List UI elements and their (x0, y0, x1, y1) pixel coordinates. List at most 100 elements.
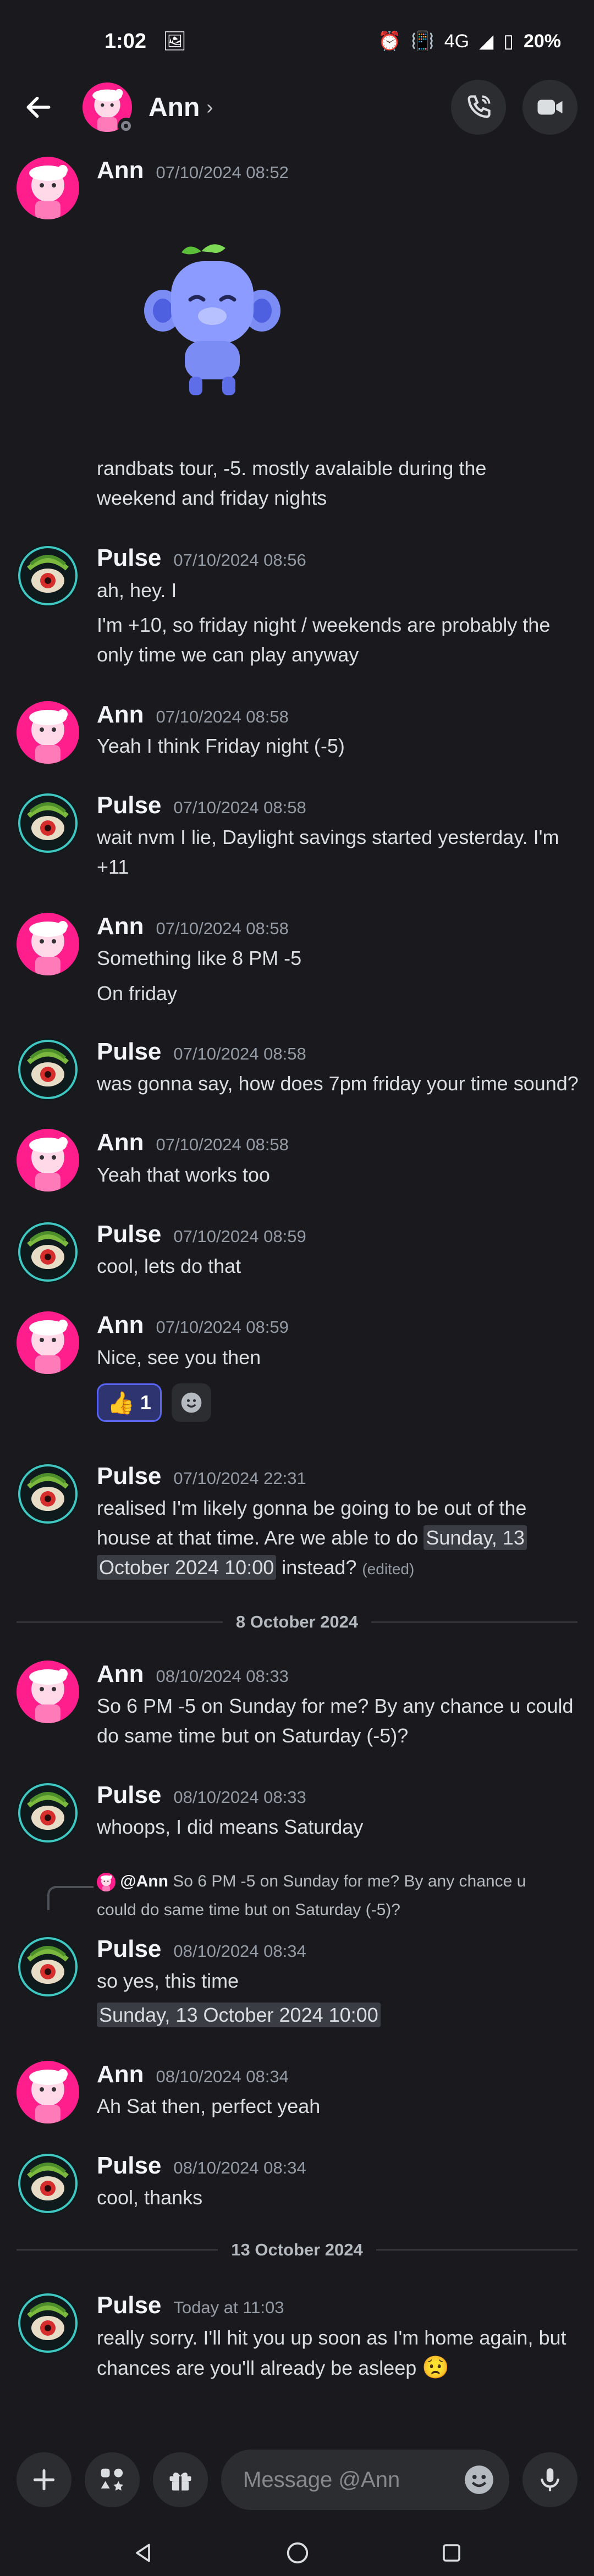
author-name[interactable]: Pulse (97, 1038, 161, 1066)
status-time: 1:02 (105, 29, 147, 53)
author-name[interactable]: Ann (97, 701, 144, 729)
timestamp: 08/10/2024 08:34 (173, 1941, 306, 1961)
avatar[interactable] (16, 701, 79, 764)
author-name[interactable]: Ann (97, 157, 144, 184)
avatar[interactable] (16, 2152, 79, 2215)
message-text: do same time but on Saturday (-5)? (97, 1724, 409, 1747)
author-name[interactable]: Pulse (97, 2292, 161, 2319)
timestamp: 08/10/2024 08:34 (173, 2158, 306, 2177)
avatar[interactable] (16, 1935, 79, 1998)
message-text: I'm +10, so friday night / weekends are … (97, 614, 551, 636)
avatar[interactable] (82, 82, 134, 134)
network-label: 4G (444, 30, 470, 52)
date-divider-label: 8 October 2024 (235, 1612, 359, 1631)
offline-status-icon (118, 118, 134, 134)
status-bar: 1:02 🖼 ⏰ 📳 4G ◢ ▯ 20% (0, 0, 594, 82)
date-divider-label: 13 October 2024 (231, 2240, 363, 2259)
date-divider: 13 October 2024 (16, 2239, 578, 2261)
author-name[interactable]: Pulse (97, 1935, 161, 1963)
chat-title[interactable]: Ann (148, 92, 200, 123)
signal-icon: ◢ (479, 31, 494, 52)
add-attachment-button[interactable] (16, 2452, 72, 2507)
text-span: instead? (276, 1556, 357, 1579)
author-name[interactable]: Pulse (97, 1221, 161, 1248)
avatar[interactable] (16, 1311, 79, 1374)
avatar[interactable] (16, 1781, 79, 1844)
author-name[interactable]: Pulse (97, 1781, 161, 1809)
author-name[interactable]: Pulse (97, 2152, 161, 2180)
timestamp-chip[interactable]: October 2024 10:00 (97, 1555, 277, 1580)
timestamp: 07/10/2024 08:58 (156, 707, 289, 726)
timestamp: 07/10/2024 08:58 (173, 798, 306, 817)
timestamp-chip[interactable]: Sunday, 13 October 2024 10:00 (97, 2003, 381, 2027)
avatar[interactable] (16, 157, 79, 219)
avatar[interactable] (16, 1221, 79, 1283)
add-reaction-button[interactable] (171, 1383, 211, 1422)
author-name[interactable]: Ann (97, 1661, 144, 1688)
message-text: cool, lets do that (97, 1255, 241, 1277)
timestamp: 07/10/2024 08:56 (173, 550, 306, 570)
battery-level: 20% (523, 30, 561, 52)
message-text: +11 (97, 856, 129, 878)
author-name[interactable]: Ann (97, 913, 144, 940)
avatar[interactable] (16, 792, 79, 854)
voice-call-button[interactable] (451, 80, 506, 135)
thumbs-up-icon: 👍 (107, 1391, 135, 1415)
avatar[interactable] (16, 2292, 79, 2354)
timestamp-chip[interactable]: Sunday, 13 (424, 1525, 527, 1550)
apps-icon (101, 2468, 124, 2491)
author-name[interactable]: Ann (97, 2061, 144, 2088)
avatar[interactable] (16, 1129, 79, 1192)
wumpus-sticker[interactable] (119, 239, 306, 404)
text-span: chances are you'll already be asleep (97, 2357, 417, 2379)
message-text: wait nvm I lie, Daylight savings started… (97, 826, 559, 848)
gift-button[interactable] (153, 2452, 208, 2507)
text-span: house at that time. Are we able to do (97, 1526, 424, 1549)
nav-home-icon[interactable] (285, 2540, 310, 2566)
voice-message-button[interactable] (522, 2452, 578, 2507)
author-name[interactable]: Ann (97, 1129, 144, 1156)
timestamp: 08/10/2024 08:33 (173, 1788, 306, 1807)
reply-reference[interactable]: @Ann So 6 PM -5 on Sunday for me? By any… (97, 1869, 570, 1894)
apps-button[interactable] (85, 2452, 140, 2507)
author-name[interactable]: Pulse (97, 544, 161, 572)
reply-author[interactable]: @Ann (120, 1872, 168, 1890)
message-text: On friday (97, 982, 178, 1005)
message-text: only time we can play anyway (97, 643, 359, 666)
video-call-button[interactable] (522, 80, 578, 135)
nav-recents-icon[interactable] (440, 2541, 463, 2564)
message-text: house at that time. Are we able to do Su… (97, 1523, 581, 1553)
avatar[interactable] (16, 1463, 79, 1525)
author-name[interactable]: Ann (97, 1311, 144, 1339)
message-text: so yes, this time (97, 1970, 239, 1992)
avatar[interactable] (16, 1661, 79, 1723)
avatar[interactable] (16, 544, 79, 607)
timestamp: 08/10/2024 08:33 (156, 1667, 289, 1686)
nav-back-icon[interactable] (131, 2541, 155, 2565)
author-name[interactable]: Pulse (97, 1463, 161, 1490)
author-name[interactable]: Pulse (97, 792, 161, 819)
avatar[interactable] (16, 1038, 79, 1101)
reply-preview: So 6 PM -5 on Sunday for me? By any chan… (173, 1872, 526, 1890)
back-arrow-icon[interactable] (16, 85, 61, 129)
chevron-right-icon[interactable]: › (206, 96, 213, 119)
gift-icon (169, 2472, 191, 2491)
message-text: Something like 8 PM -5 (97, 947, 302, 969)
vibrate-icon: 📳 (411, 31, 435, 52)
avatar[interactable] (16, 2061, 79, 2123)
message-text: October 2024 10:00 instead? (edited) (97, 1553, 581, 1584)
system-nav-bar (0, 2529, 594, 2576)
message-text: realised I'm likely gonna be going to be… (97, 1497, 527, 1519)
reply-avatar (97, 1873, 116, 1892)
thumbs-up-reaction[interactable]: 👍 1 (97, 1383, 162, 1422)
timestamp: 07/10/2024 08:58 (156, 919, 289, 938)
microphone-icon (541, 2468, 559, 2491)
message-input[interactable]: Message @Ann (221, 2450, 509, 2510)
message-text: So 6 PM -5 on Sunday for me? By any chan… (97, 1695, 574, 1717)
reply-preview-line: could do same time but on Saturday (-5)? (97, 1901, 400, 1919)
message-text: weekend and friday nights (97, 487, 327, 509)
timestamp: 07/10/2024 08:58 (173, 1044, 306, 1063)
message-text: whoops, I did means Saturday (97, 1816, 364, 1838)
avatar[interactable] (16, 913, 79, 975)
message-text: Nice, see you then (97, 1346, 261, 1369)
